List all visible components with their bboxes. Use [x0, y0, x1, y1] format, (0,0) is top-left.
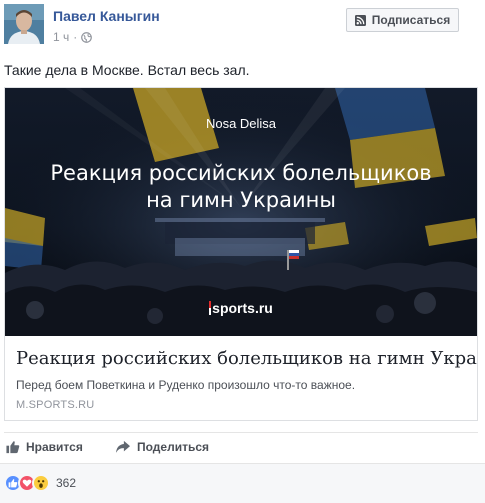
rss-icon [354, 14, 366, 26]
link-domain: M.SPORTS.RU [16, 399, 95, 411]
link-title[interactable]: Реакция российских болельщиков на гимн У… [16, 348, 477, 369]
like-label: Нравится [26, 440, 83, 454]
timestamp[interactable]: 1 ч [53, 30, 69, 44]
follow-button[interactable]: Подписаться [346, 8, 459, 32]
image-title-line: Реакция российских болельщиков [50, 161, 432, 185]
globe-icon[interactable] [81, 31, 93, 43]
wow-reaction-icon [32, 474, 50, 492]
avatar[interactable] [4, 4, 44, 44]
like-button[interactable]: Нравится [6, 440, 83, 454]
reactions-summary[interactable]: 362 [4, 474, 76, 492]
image-title: Реакция российских болельщиков на гимн У… [5, 160, 477, 214]
link-preview-card[interactable]: Nosa Delisa Реакция российских болельщик… [4, 87, 478, 421]
image-author: Nosa Delisa [205, 116, 277, 131]
brand-mark-icon [209, 301, 212, 315]
share-button[interactable]: Поделиться [115, 440, 209, 454]
divider [4, 432, 478, 433]
facebook-post: Павел Каныгин 1 ч · Подписаться Такие де… [0, 0, 485, 503]
image-brand: sports.ru [5, 300, 477, 316]
author-name[interactable]: Павел Каныгин [53, 8, 160, 24]
reactions-count[interactable]: 362 [56, 476, 76, 490]
link-description: Перед боем Поветкина и Руденко произошло… [16, 378, 356, 392]
share-arrow-icon [115, 440, 131, 454]
image-title-line: на гимн Украины [146, 188, 336, 212]
post-text: Такие дела в Москве. Встал весь зал. [4, 62, 250, 78]
link-preview-body[interactable]: Реакция российских болельщиков на гимн У… [5, 336, 477, 420]
link-preview-image[interactable]: Nosa Delisa Реакция российских болельщик… [5, 88, 477, 336]
post-meta: 1 ч · [53, 30, 93, 44]
follow-label: Подписаться [371, 13, 451, 27]
thumbs-up-icon [6, 440, 20, 454]
share-label: Поделиться [137, 440, 210, 454]
image-brand-text: sports.ru [212, 300, 273, 316]
